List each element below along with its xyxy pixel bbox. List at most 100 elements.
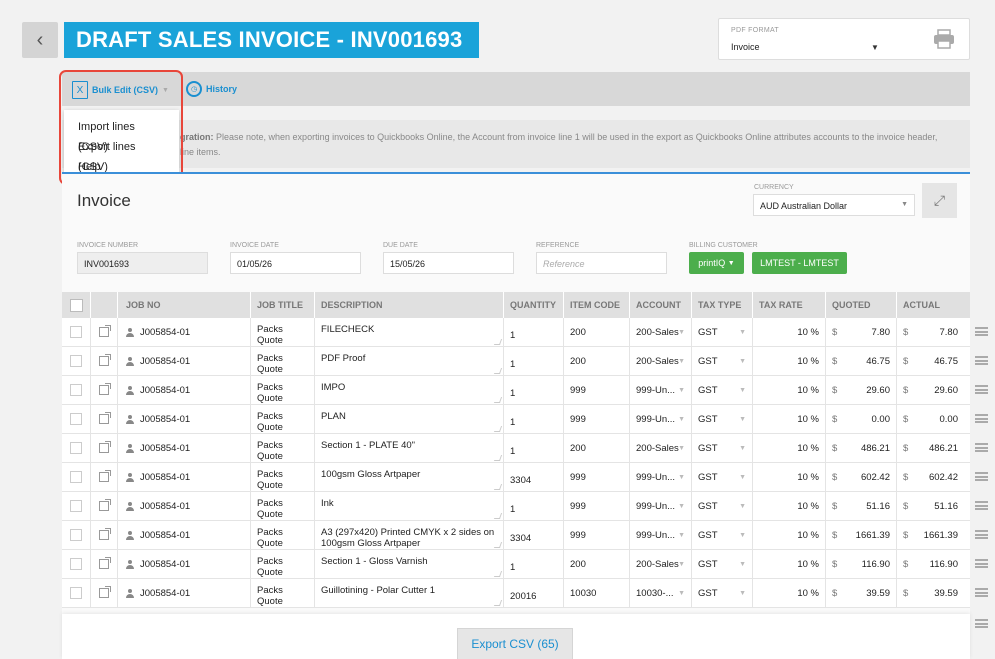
tax-type-select[interactable]: GST ▼ — [692, 579, 753, 607]
row-checkbox[interactable] — [70, 326, 82, 338]
resize-handle-icon[interactable] — [493, 513, 503, 519]
account-select[interactable]: 200-Sales ▼ — [630, 347, 692, 375]
item-code-cell[interactable]: 999 — [564, 376, 630, 404]
row-menu-icon[interactable] — [975, 472, 988, 481]
menu-item-export-csv[interactable]: Export lines (CSV) — [64, 137, 179, 173]
resize-handle-icon[interactable] — [493, 368, 503, 374]
row-checkbox[interactable] — [70, 355, 82, 367]
actual-cell[interactable]: $39.59 — [897, 579, 964, 607]
description-cell[interactable]: Ink — [315, 492, 504, 520]
item-code-cell[interactable]: 999 — [564, 405, 630, 433]
quoted-cell[interactable]: $46.75 — [826, 347, 897, 375]
account-select[interactable]: 200-Sales ▼ — [630, 550, 692, 578]
job-title-cell[interactable]: Packs Quote — [251, 434, 315, 462]
reference-input[interactable]: Reference — [536, 252, 667, 274]
quantity-cell[interactable]: 3304 — [504, 463, 564, 491]
quoted-cell[interactable]: $1661.39 — [826, 521, 897, 549]
row-menu-icon[interactable] — [975, 559, 988, 568]
row-menu-icon[interactable] — [975, 501, 988, 510]
row-menu-icon[interactable] — [975, 385, 988, 394]
description-cell[interactable]: IMPO — [315, 376, 504, 404]
description-cell[interactable]: Section 1 - PLATE 40" — [315, 434, 504, 462]
job-title-cell[interactable]: Packs Quote — [251, 376, 315, 404]
description-cell[interactable]: Section 1 - Gloss Varnish — [315, 550, 504, 578]
quantity-cell[interactable]: 20016 — [504, 579, 564, 607]
printer-icon[interactable] — [933, 29, 955, 49]
actual-cell[interactable]: $46.75 — [897, 347, 964, 375]
account-select[interactable]: 200-Sales ▼ — [630, 318, 692, 346]
external-link-icon[interactable] — [99, 586, 111, 598]
row-menu-icon[interactable] — [975, 356, 988, 365]
job-title-cell[interactable]: Packs Quote — [251, 521, 315, 549]
select-all-checkbox[interactable] — [69, 298, 83, 312]
quantity-cell[interactable]: 1 — [504, 492, 564, 520]
account-select[interactable]: 999-Un... ▼ — [630, 521, 692, 549]
resize-handle-icon[interactable] — [493, 455, 503, 461]
item-code-cell[interactable]: 999 — [564, 492, 630, 520]
item-code-cell[interactable]: 999 — [564, 521, 630, 549]
account-select[interactable]: 999-Un... ▼ — [630, 463, 692, 491]
customer-button[interactable]: printIQ ▼ — [689, 252, 744, 274]
external-link-icon[interactable] — [99, 441, 111, 453]
item-code-cell[interactable]: 200 — [564, 318, 630, 346]
tax-type-select[interactable]: GST ▼ — [692, 492, 753, 520]
description-cell[interactable]: A3 (297x420) Printed CMYK x 2 sides on 1… — [315, 521, 504, 549]
row-checkbox[interactable] — [70, 587, 82, 599]
item-code-cell[interactable]: 999 — [564, 463, 630, 491]
description-cell[interactable]: PLAN — [315, 405, 504, 433]
external-link-icon[interactable] — [99, 354, 111, 366]
bulk-edit-button[interactable]: X Bulk Edit (CSV) ▼ — [72, 81, 169, 99]
resize-handle-icon[interactable] — [493, 484, 503, 490]
back-button[interactable]: ‹ — [22, 22, 58, 58]
item-code-cell[interactable]: 200 — [564, 347, 630, 375]
external-link-icon[interactable] — [99, 557, 111, 569]
quantity-cell[interactable]: 1 — [504, 550, 564, 578]
due-date-field[interactable]: 15/05/26 — [383, 252, 514, 274]
external-link-icon[interactable] — [99, 499, 111, 511]
row-menu-icon[interactable] — [975, 443, 988, 452]
job-title-cell[interactable]: Packs Quote — [251, 579, 315, 607]
tax-type-select[interactable]: GST ▼ — [692, 434, 753, 462]
quoted-cell[interactable]: $602.42 — [826, 463, 897, 491]
external-link-icon[interactable] — [99, 383, 111, 395]
tax-type-select[interactable]: GST ▼ — [692, 521, 753, 549]
quoted-cell[interactable]: $7.80 — [826, 318, 897, 346]
description-cell[interactable]: FILECHECK — [315, 318, 504, 346]
resize-handle-icon[interactable] — [493, 542, 503, 548]
job-title-cell[interactable]: Packs Quote — [251, 550, 315, 578]
menu-item-import-csv[interactable]: Import lines (CSV) — [64, 117, 179, 153]
quoted-cell[interactable]: $51.16 — [826, 492, 897, 520]
account-select[interactable]: 999-Un... ▼ — [630, 492, 692, 520]
tax-type-select[interactable]: GST ▼ — [692, 463, 753, 491]
actual-cell[interactable]: $486.21 — [897, 434, 964, 462]
tax-type-select[interactable]: GST ▼ — [692, 376, 753, 404]
actual-cell[interactable]: $29.60 — [897, 376, 964, 404]
quoted-cell[interactable]: $486.21 — [826, 434, 897, 462]
resize-handle-icon[interactable] — [493, 339, 503, 345]
account-select[interactable]: 999-Un... ▼ — [630, 376, 692, 404]
quantity-cell[interactable]: 1 — [504, 347, 564, 375]
account-select[interactable]: 200-Sales ▼ — [630, 434, 692, 462]
actual-cell[interactable]: $1661.39 — [897, 521, 964, 549]
actual-cell[interactable]: $0.00 — [897, 405, 964, 433]
expand-button[interactable]: ⤢ — [922, 183, 957, 218]
job-title-cell[interactable]: Packs Quote — [251, 463, 315, 491]
row-checkbox[interactable] — [70, 471, 82, 483]
resize-handle-icon[interactable] — [493, 600, 503, 606]
row-menu-icon[interactable] — [975, 327, 988, 336]
row-menu-icon[interactable] — [975, 619, 988, 628]
actual-cell[interactable]: $7.80 — [897, 318, 964, 346]
actual-cell[interactable]: $116.90 — [897, 550, 964, 578]
currency-select[interactable]: AUD Australian Dollar ▼ — [753, 194, 915, 216]
quoted-cell[interactable]: $29.60 — [826, 376, 897, 404]
quantity-cell[interactable]: 1 — [504, 434, 564, 462]
quantity-cell[interactable]: 1 — [504, 376, 564, 404]
external-link-icon[interactable] — [99, 528, 111, 540]
contact-button[interactable]: LMTEST - LMTEST — [752, 252, 847, 274]
external-link-icon[interactable] — [99, 325, 111, 337]
job-title-cell[interactable]: Packs Quote — [251, 405, 315, 433]
account-select[interactable]: 10030-... ▼ — [630, 579, 692, 607]
tax-type-select[interactable]: GST ▼ — [692, 318, 753, 346]
row-checkbox[interactable] — [70, 558, 82, 570]
row-menu-icon[interactable] — [975, 414, 988, 423]
